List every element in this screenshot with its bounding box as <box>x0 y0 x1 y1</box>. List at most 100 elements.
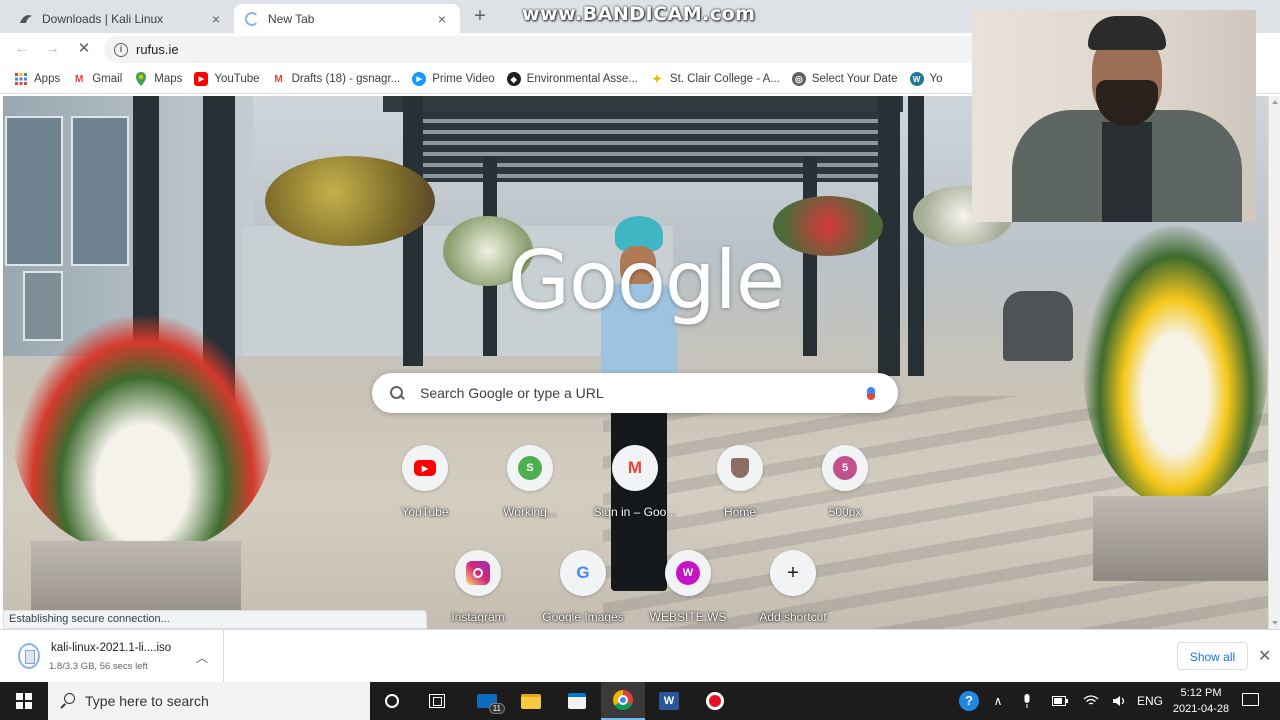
tab-close-icon[interactable]: × <box>434 11 450 27</box>
bookmark-select-date[interactable]: ◎ Select Your Date <box>791 72 898 86</box>
college-icon: ✦ <box>651 72 662 86</box>
bookmark-label: Yo <box>929 73 943 85</box>
start-button[interactable] <box>0 682 48 720</box>
tab-close-icon[interactable]: × <box>208 11 224 27</box>
taskbar-chrome[interactable] <box>601 682 645 720</box>
bookmark-label: Maps <box>154 73 183 85</box>
page-scrollbar[interactable] <box>1268 96 1280 629</box>
tab-title: Downloads | Kali Linux <box>42 11 164 26</box>
help-tray-button[interactable]: ? <box>956 682 982 720</box>
bookmark-gmail[interactable]: M Gmail <box>72 72 122 86</box>
volume-icon[interactable] <box>1108 682 1132 720</box>
shortcut-website-ws[interactable]: W WEBSITE.WS <box>638 550 738 624</box>
windows-taskbar: Type here to search 11 W ? ∧ ENG 5:12 PM… <box>0 682 1280 720</box>
bookmark-prime-video[interactable]: ▶ Prime Video <box>412 72 495 86</box>
site-letter-icon: W <box>665 550 711 596</box>
task-view-button[interactable] <box>415 682 459 720</box>
shortcut-gmail-signin[interactable]: M Sign in – Goo... <box>585 445 685 519</box>
scroll-up-icon[interactable] <box>1272 100 1278 104</box>
windows-logo-icon <box>16 693 32 709</box>
taskbar-store[interactable] <box>555 682 599 720</box>
loading-spinner-icon <box>244 11 260 27</box>
address-url[interactable]: rufus.ie <box>136 42 179 57</box>
bookmark-label: YouTube <box>214 73 260 85</box>
battery-icon[interactable] <box>1048 682 1072 720</box>
apps-grid-icon <box>14 72 28 86</box>
bookmark-drafts[interactable]: M Drafts (18) - gsnagr... <box>272 72 400 86</box>
cortana-button[interactable] <box>370 682 414 720</box>
stop-loading-button[interactable]: ✕ <box>74 39 94 59</box>
search-input[interactable] <box>418 384 856 402</box>
status-bubble: Establishing secure connection... <box>3 610 427 629</box>
language-indicator[interactable]: ENG <box>1134 682 1166 720</box>
bookmark-label: St. Clair College - A... <box>669 73 780 85</box>
folder-icon <box>521 693 541 709</box>
taskbar-file-explorer[interactable] <box>509 682 553 720</box>
shortcut-label: WEBSITE.WS <box>649 610 727 624</box>
shortcut-label: 500px <box>828 505 862 519</box>
chevron-up-icon[interactable]: ∧ <box>988 682 1008 720</box>
taskbar-bandicam[interactable] <box>693 682 737 720</box>
bookmark-label: Select Your Date <box>811 73 898 85</box>
help-icon: ? <box>959 691 979 711</box>
mail-badge: 11 <box>488 703 505 714</box>
wifi-icon[interactable] <box>1080 682 1102 720</box>
search-icon <box>60 693 76 709</box>
google-search-box[interactable] <box>372 373 898 413</box>
taskbar-word[interactable]: W <box>647 682 691 720</box>
tab-new-tab[interactable]: New Tab × <box>234 4 460 33</box>
instagram-icon <box>455 550 501 596</box>
cortana-icon <box>385 694 399 708</box>
taskbar-search[interactable]: Type here to search <box>48 682 370 720</box>
bookmark-youtube[interactable]: ▶ YouTube <box>194 72 260 86</box>
prime-video-icon: ▶ <box>412 72 427 86</box>
microphone-icon[interactable] <box>1016 682 1038 720</box>
close-icon[interactable]: ✕ <box>1258 646 1271 666</box>
maps-icon <box>134 72 148 86</box>
shortcut-label: Google Images <box>542 610 624 624</box>
download-status: 1.8/3.3 GB, 56 secs left <box>49 661 148 672</box>
shortcut-home[interactable]: Home <box>690 445 790 519</box>
download-item[interactable]: kali-linux-2021.1-li....iso 1.8/3.3 GB, … <box>0 630 224 683</box>
download-filename: kali-linux-2021.1-li....iso <box>51 642 172 654</box>
google-g-icon: G <box>560 550 606 596</box>
system-clock[interactable]: 5:12 PM 2021-04-28 <box>1166 685 1236 717</box>
new-tab-button[interactable]: + <box>470 6 490 27</box>
info-icon[interactable]: i <box>114 42 128 57</box>
notification-icon[interactable] <box>1240 691 1260 709</box>
crest-icon <box>717 445 763 491</box>
search-icon <box>390 386 404 400</box>
taskbar-mail[interactable]: 11 <box>465 682 509 720</box>
taskbar-search-placeholder: Type here to search <box>85 693 209 709</box>
shortcut-working[interactable]: S Working... <box>480 445 580 519</box>
shortcut-youtube[interactable]: ▶ YouTube <box>375 445 475 519</box>
bookmark-environmental[interactable]: ◆ Environmental Asse... <box>506 72 638 86</box>
forward-button[interactable]: → <box>42 39 62 59</box>
site-letter-icon: S <box>507 445 553 491</box>
record-icon <box>706 692 724 710</box>
chevron-up-icon[interactable]: ︿ <box>196 649 208 666</box>
bookmark-wordpress[interactable]: W Yo <box>909 72 943 86</box>
shortcut-google-images[interactable]: G Google Images <box>533 550 633 624</box>
youtube-icon: ▶ <box>402 445 448 491</box>
tab-title: New Tab <box>268 11 315 26</box>
kali-dragon-icon <box>18 11 34 27</box>
site-letter-icon: 5 <box>822 445 868 491</box>
wordpress-icon: W <box>909 72 924 86</box>
chrome-icon <box>613 690 633 710</box>
tab-downloads-kali[interactable]: Downloads | Kali Linux × <box>8 4 234 33</box>
shortcut-label: YouTube <box>401 505 449 519</box>
shortcut-500px[interactable]: 5 500px <box>795 445 895 519</box>
add-shortcut-button[interactable]: + Add shortcut <box>743 550 843 624</box>
bookmark-apps[interactable]: Apps <box>14 72 60 86</box>
bookmark-st-clair[interactable]: ✦ St. Clair College - A... <box>650 72 780 86</box>
gmail-icon: M <box>612 445 658 491</box>
microphone-icon[interactable] <box>856 378 886 408</box>
shortcut-label: Sign in – Goo... <box>593 505 677 519</box>
scroll-down-icon[interactable] <box>1272 621 1278 625</box>
back-button[interactable]: ← <box>12 39 32 59</box>
show-all-button[interactable]: Show all <box>1177 642 1248 670</box>
bookmark-label: Environmental Asse... <box>526 73 638 85</box>
shortcut-instagram[interactable]: Instagram <box>428 550 528 624</box>
bookmark-maps[interactable]: Maps <box>134 72 182 86</box>
